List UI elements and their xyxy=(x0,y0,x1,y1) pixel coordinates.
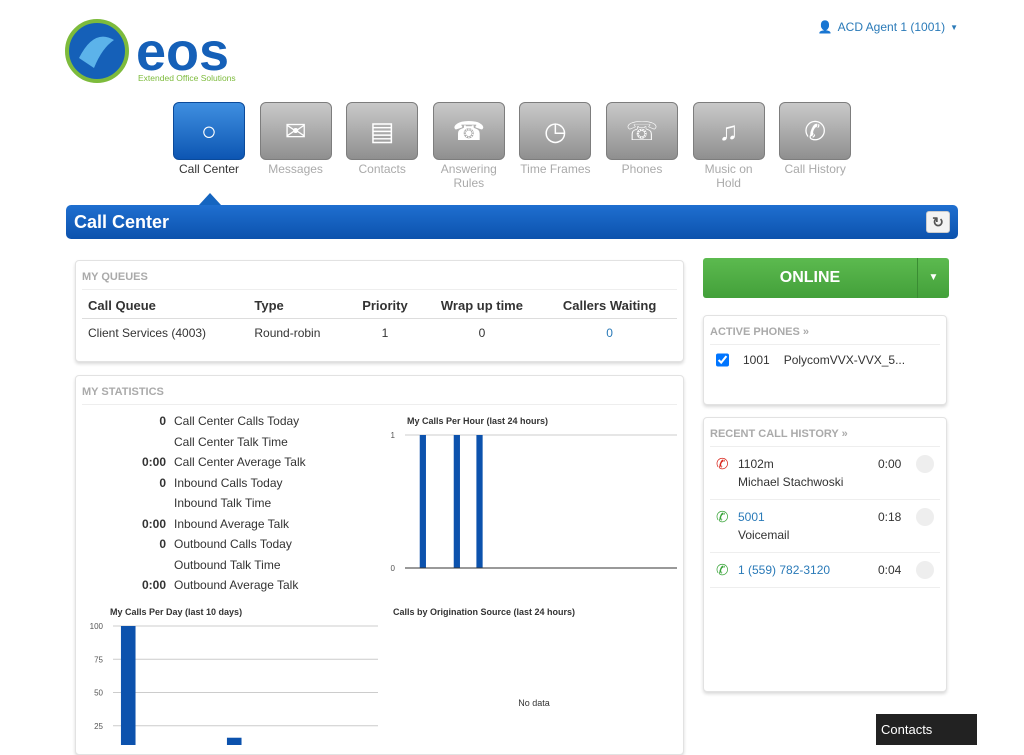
nav-call-center[interactable]: ○ Call Center xyxy=(173,102,245,176)
active-phones-panel: ACTIVE PHONES » 1001 PolycomVVX-VVX_5... xyxy=(703,315,947,405)
queue-name: Client Services (4003) xyxy=(88,326,207,340)
chart-title: My Calls Per Day (last 10 days) xyxy=(110,607,242,617)
caret-down-icon: ▼ xyxy=(950,22,958,32)
y-tick-label: 75 xyxy=(94,655,103,664)
delete-icon[interactable] xyxy=(916,508,934,526)
history-name: Voicemail xyxy=(738,528,790,542)
no-data-label: No data xyxy=(518,698,550,708)
history-number: 1102m xyxy=(738,457,774,471)
bar xyxy=(453,435,460,568)
nav-phones[interactable]: ☏ Phones xyxy=(606,102,678,176)
music-note-icon: ♫ xyxy=(692,102,765,160)
nav-label: Call History xyxy=(784,162,846,176)
statistics-charts: My Calls Per Hour (last 24 hours) 0 1 My Ca… xyxy=(90,416,677,745)
history-number[interactable]: 5001 xyxy=(738,508,878,526)
y-tick-label: 25 xyxy=(94,722,103,731)
chart-title: Calls by Origination Source (last 24 hou… xyxy=(393,607,575,617)
col-type: Type xyxy=(248,290,349,319)
queue-wrap-up: 0 xyxy=(478,326,486,340)
user-label: ACD Agent 1 (1001) xyxy=(837,20,946,34)
delete-icon[interactable] xyxy=(916,455,934,473)
nav-label: Phones xyxy=(621,162,663,176)
phone-ext: 1001 xyxy=(743,353,770,367)
nav-music-on-hold[interactable]: ♫ Music on Hold xyxy=(692,102,765,190)
col-callers-waiting: Callers Waiting xyxy=(542,290,677,319)
y-tick-label: 1 xyxy=(391,431,396,440)
queue-type: Round-robin xyxy=(254,326,321,340)
svg-text:Extended Office Solutions: Extended Office Solutions xyxy=(138,73,236,83)
history-number[interactable]: 1 (559) 782-3120 xyxy=(738,561,878,579)
nav-label: Call Center xyxy=(178,162,240,176)
bar xyxy=(226,737,242,745)
refresh-icon: ↻ xyxy=(932,214,944,230)
contacts-tab[interactable]: Contacts xyxy=(876,714,977,745)
my-queues-panel: MY QUEUES Call Queue Type Priority Wrap … xyxy=(75,260,684,362)
bar xyxy=(476,435,483,568)
queues-title: MY QUEUES xyxy=(82,271,677,290)
chart-title: My Calls Per Hour (last 24 hours) xyxy=(407,416,548,426)
outgoing-call-icon: ✆ xyxy=(716,509,729,526)
outgoing-call-icon: ✆ xyxy=(716,562,729,579)
y-tick-label: 100 xyxy=(90,622,104,631)
nav-label: Music on Hold xyxy=(704,162,753,190)
y-tick-label: 0 xyxy=(391,564,396,573)
nav-label: Time Frames xyxy=(520,162,591,176)
table-row[interactable]: Client Services (4003) Round-robin 1 0 0 xyxy=(82,319,677,348)
phone-waves-icon: ☎ xyxy=(432,102,505,160)
queue-priority: 1 xyxy=(381,326,389,340)
user-menu[interactable]: 👤 ACD Agent 1 (1001) ▼ xyxy=(818,20,958,34)
delete-icon[interactable] xyxy=(916,561,934,579)
col-wrap-up: Wrap up time xyxy=(421,290,543,319)
nav-call-history[interactable]: ✆ Call History xyxy=(779,102,852,176)
active-phones-title[interactable]: ACTIVE PHONES » xyxy=(710,326,940,345)
headset-icon: ○ xyxy=(173,102,245,160)
nav-messages[interactable]: ✉ Messages xyxy=(259,102,332,176)
history-duration: 0:18 xyxy=(878,510,902,524)
nav-label: Answering Rules xyxy=(440,162,497,190)
contact-card-icon: ▤ xyxy=(346,102,419,160)
nav-answering-rules[interactable]: ☎ Answering Rules xyxy=(432,102,505,190)
nav-label: Messages xyxy=(268,162,323,176)
nav-contacts[interactable]: ▤ Contacts xyxy=(346,102,419,176)
missed-call-icon: ✆ xyxy=(716,456,729,473)
status-button[interactable]: ONLINE ▼ xyxy=(703,258,949,298)
page-title-bar: Call Center ↻ xyxy=(66,205,958,239)
status-dropdown-toggle[interactable]: ▼ xyxy=(917,258,949,298)
history-title[interactable]: RECENT CALL HISTORY » xyxy=(710,428,940,447)
active-nav-indicator xyxy=(199,193,221,205)
caret-down-icon: ▼ xyxy=(928,272,939,283)
phone-device: PolycomVVX-VVX_5... xyxy=(783,353,906,367)
call-history-icon: ✆ xyxy=(779,102,852,160)
bar xyxy=(419,435,426,568)
recent-call-history-panel: RECENT CALL HISTORY » ✆ 1102m Michael Stac… xyxy=(703,417,947,692)
user-icon: 👤 xyxy=(817,20,833,34)
page-title: Call Center xyxy=(74,212,170,232)
queues-table: Call Queue Type Priority Wrap up time Ca… xyxy=(82,290,677,347)
history-item[interactable]: ✆ 1 (559) 782-3120 0:04 xyxy=(710,553,940,588)
history-name: Michael Stachwoski xyxy=(738,475,844,489)
nav-label: Contacts xyxy=(358,162,406,176)
history-list: ✆ 1102m Michael Stachwoski 0:00 ✆ 5001 Voicema… xyxy=(710,447,940,588)
refresh-button[interactable]: ↻ xyxy=(926,211,950,233)
clock-icon: ◷ xyxy=(519,102,592,160)
history-item[interactable]: ✆ 1102m Michael Stachwoski 0:00 xyxy=(710,447,940,500)
history-duration: 0:00 xyxy=(878,457,902,471)
col-call-queue: Call Queue xyxy=(82,290,249,319)
phone-checkbox[interactable] xyxy=(716,353,729,367)
eos-logo[interactable]: eos Extended Office Solutions xyxy=(64,18,254,88)
col-priority: Priority xyxy=(348,290,422,319)
y-tick-label: 50 xyxy=(94,689,103,698)
queue-callers-waiting[interactable]: 0 xyxy=(542,319,677,348)
history-item[interactable]: ✆ 5001 Voicemail 0:18 xyxy=(710,500,940,553)
history-duration: 0:04 xyxy=(878,563,902,577)
phone-handset-icon: ☏ xyxy=(606,102,678,160)
status-label[interactable]: ONLINE xyxy=(703,258,917,298)
envelope-icon: ✉ xyxy=(259,102,332,160)
bar xyxy=(120,626,136,745)
list-item: 1001 PolycomVVX-VVX_5... xyxy=(710,345,940,375)
nav-time-frames[interactable]: ◷ Time Frames xyxy=(519,102,592,176)
